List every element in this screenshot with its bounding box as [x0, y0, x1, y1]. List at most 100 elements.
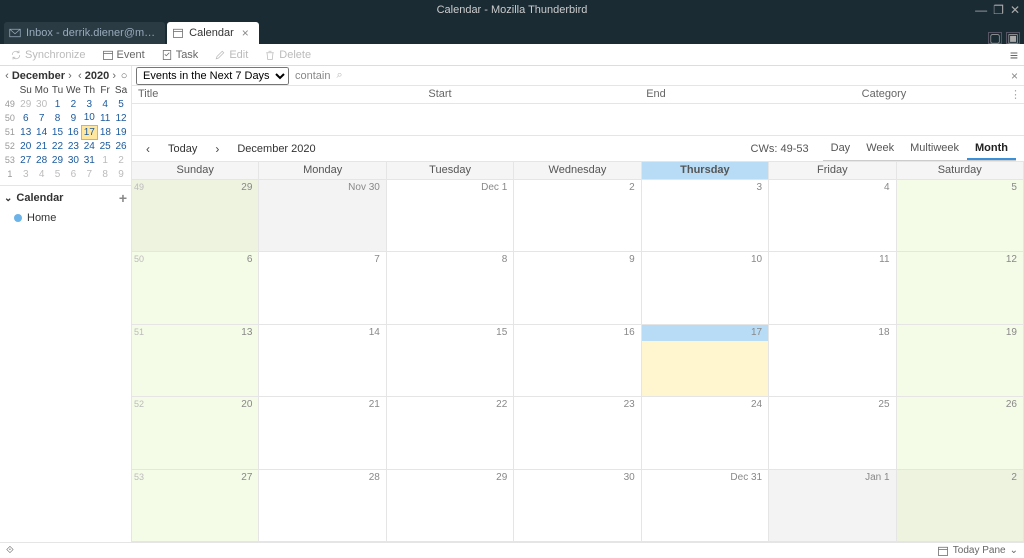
day-cell[interactable]: 19 — [897, 325, 1024, 396]
sidebar-toggle-icon[interactable]: ▢ — [988, 32, 1002, 44]
day-cell[interactable]: 10 — [642, 252, 769, 323]
day-cell[interactable]: 22 — [387, 397, 514, 468]
panel-toggle-icon[interactable]: ▣ — [1006, 32, 1020, 44]
mini-day[interactable]: 12 — [113, 111, 129, 125]
mini-day[interactable]: 3 — [18, 167, 34, 181]
day-cell[interactable]: Dec 31 — [642, 470, 769, 541]
day-cell[interactable]: 2 — [514, 180, 641, 251]
prev-period-icon[interactable]: ‹ — [140, 142, 156, 156]
mini-day[interactable]: 2 — [113, 153, 129, 167]
mini-day[interactable]: 20 — [18, 139, 34, 153]
day-cell[interactable]: 7 — [259, 252, 386, 323]
mini-day[interactable]: 9 — [113, 167, 129, 181]
day-cell[interactable]: 11 — [769, 252, 896, 323]
tab-calendar[interactable]: Calendar × — [167, 22, 259, 44]
mini-day[interactable]: 5 — [50, 167, 66, 181]
day-cell[interactable]: 12 — [897, 252, 1024, 323]
mini-day[interactable]: 8 — [97, 167, 113, 181]
mini-prev-month-icon[interactable]: ‹ — [2, 70, 12, 82]
day-cell[interactable]: 21 — [259, 397, 386, 468]
mini-day[interactable]: 30 — [65, 153, 81, 167]
mini-next-year-icon[interactable]: › — [109, 70, 119, 82]
edit-button[interactable]: Edit — [208, 47, 254, 63]
mini-day[interactable]: 6 — [65, 167, 81, 181]
day-cell[interactable]: 9 — [514, 252, 641, 323]
day-cell[interactable]: 29 — [387, 470, 514, 541]
window-minimize-icon[interactable]: — — [975, 3, 987, 17]
mini-day[interactable]: 17 — [81, 125, 97, 139]
event-range-select[interactable]: Events in the Next 7 Days — [136, 67, 289, 85]
event-search-input[interactable] — [349, 70, 1005, 82]
calendar-list-header[interactable]: ⌄ Calendar + — [0, 185, 131, 210]
next-period-icon[interactable]: › — [209, 142, 225, 156]
today-button[interactable]: Today — [164, 141, 201, 157]
add-calendar-icon[interactable]: + — [119, 190, 127, 206]
view-day[interactable]: Day — [823, 138, 859, 160]
col-category[interactable]: Category — [764, 86, 1004, 103]
day-cell[interactable]: 16 — [514, 325, 641, 396]
col-end[interactable]: End — [548, 86, 764, 103]
mini-day[interactable]: 27 — [18, 153, 34, 167]
mini-next-month-icon[interactable]: › — [65, 70, 75, 82]
mini-day[interactable]: 26 — [113, 139, 129, 153]
mini-day[interactable]: 1 — [50, 97, 66, 111]
new-event-button[interactable]: Event — [96, 47, 151, 63]
today-pane-toggle[interactable]: Today Pane ⌄ — [937, 545, 1018, 557]
view-week[interactable]: Week — [858, 138, 902, 160]
filter-close-icon[interactable]: × — [1011, 69, 1018, 83]
mini-day[interactable]: 21 — [34, 139, 50, 153]
mini-day[interactable]: 29 — [50, 153, 66, 167]
mini-day[interactable]: 31 — [81, 153, 97, 167]
day-cell[interactable]: 30 — [514, 470, 641, 541]
mini-day[interactable]: 5 — [113, 97, 129, 111]
app-menu-icon[interactable]: ≡ — [1010, 47, 1018, 63]
view-multiweek[interactable]: Multiweek — [902, 138, 967, 160]
mini-day[interactable]: 8 — [50, 111, 66, 125]
day-cell[interactable]: 5113 — [132, 325, 259, 396]
delete-button[interactable]: Delete — [258, 47, 317, 63]
day-cell[interactable]: 15 — [387, 325, 514, 396]
day-cell[interactable]: 2 — [897, 470, 1024, 541]
day-cell[interactable]: 23 — [514, 397, 641, 468]
day-cell[interactable]: 17 — [642, 325, 769, 396]
mini-day[interactable]: 13 — [18, 125, 34, 139]
day-cell[interactable]: 3 — [642, 180, 769, 251]
mini-day[interactable]: 14 — [34, 125, 50, 139]
tab-close-icon[interactable]: × — [242, 26, 249, 40]
mini-day[interactable]: 9 — [65, 111, 81, 125]
mini-day[interactable]: 7 — [81, 167, 97, 181]
mini-day[interactable]: 2 — [65, 97, 81, 111]
mini-day[interactable]: 15 — [50, 125, 66, 139]
mini-today-icon[interactable]: ○ — [119, 70, 129, 82]
mini-day[interactable]: 4 — [34, 167, 50, 181]
view-month[interactable]: Month — [967, 138, 1016, 160]
connection-status-icon[interactable]: ⟐ — [6, 545, 14, 556]
mini-day[interactable]: 22 — [50, 139, 66, 153]
day-cell[interactable]: 25 — [769, 397, 896, 468]
day-cell[interactable]: 8 — [387, 252, 514, 323]
mini-day[interactable]: 1 — [97, 153, 113, 167]
col-title[interactable]: Title — [132, 86, 332, 103]
day-cell[interactable]: 14 — [259, 325, 386, 396]
calendar-item-home[interactable]: Home — [0, 210, 131, 226]
day-cell[interactable]: Nov 30 — [259, 180, 386, 251]
mini-day[interactable]: 19 — [113, 125, 129, 139]
window-close-icon[interactable]: ✕ — [1010, 3, 1020, 17]
mini-day[interactable]: 10 — [81, 111, 97, 125]
mini-day[interactable]: 4 — [97, 97, 113, 111]
day-cell[interactable]: 5 — [897, 180, 1024, 251]
day-cell[interactable]: 4 — [769, 180, 896, 251]
day-cell[interactable]: 506 — [132, 252, 259, 323]
window-maximize-icon[interactable]: ❐ — [993, 3, 1004, 17]
mini-day[interactable]: 24 — [81, 139, 97, 153]
day-cell[interactable]: 24 — [642, 397, 769, 468]
day-cell[interactable]: 28 — [259, 470, 386, 541]
day-cell[interactable]: 26 — [897, 397, 1024, 468]
synchronize-button[interactable]: Synchronize — [4, 47, 92, 63]
mini-day[interactable]: 29 — [18, 97, 34, 111]
day-cell[interactable]: 5327 — [132, 470, 259, 541]
mini-day[interactable]: 11 — [97, 111, 113, 125]
tab-inbox[interactable]: Inbox - derrik.diener@m… — [4, 22, 165, 44]
mini-prev-year-icon[interactable]: ‹ — [75, 70, 85, 82]
day-cell[interactable]: Dec 1 — [387, 180, 514, 251]
